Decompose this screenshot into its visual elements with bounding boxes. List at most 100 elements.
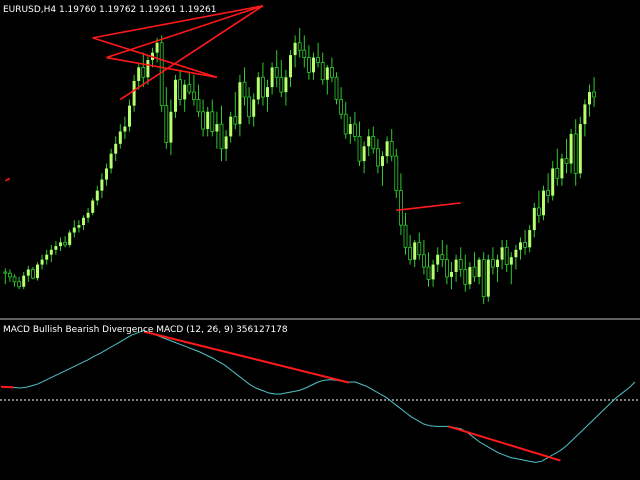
candle-body: [118, 131, 122, 144]
candle-body: [375, 148, 380, 167]
candle-body: [546, 190, 550, 196]
candle-body: [421, 254, 426, 268]
candle-body: [371, 136, 376, 150]
candle-body: [564, 158, 569, 164]
candle-body: [59, 242, 62, 247]
candle-body: [519, 242, 522, 250]
candle-body: [592, 91, 596, 98]
candle-body: [169, 111, 173, 143]
candle-body: [128, 105, 131, 127]
candle-body: [210, 111, 215, 132]
candle-body: [206, 111, 210, 130]
candle-body: [3, 271, 8, 274]
candle-body: [504, 246, 509, 265]
candle-body: [486, 259, 490, 297]
candle-body: [389, 140, 394, 157]
candle-body: [238, 82, 242, 125]
candle-body: [68, 232, 72, 245]
candle-body: [436, 254, 440, 265]
candle-body: [523, 241, 527, 248]
candle-body: [454, 259, 458, 272]
candle-body: [312, 57, 315, 73]
candle-body: [297, 42, 302, 51]
candle-body: [284, 77, 288, 93]
candle-body: [528, 230, 532, 248]
candle-body: [367, 136, 371, 147]
candle-body: [40, 259, 44, 265]
candle-body: [329, 67, 334, 78]
candle-body: [560, 158, 564, 179]
candle-body: [26, 269, 30, 276]
candle-body: [266, 87, 269, 97]
candle-body: [146, 60, 150, 78]
candle-body: [247, 96, 252, 118]
candle-body: [22, 275, 26, 287]
candle-body: [289, 55, 292, 78]
candle-body: [588, 92, 591, 105]
candle-body: [339, 99, 344, 115]
candle-body: [215, 124, 219, 132]
candle-body: [201, 111, 206, 130]
candle-body: [417, 241, 422, 256]
candle-body: [196, 99, 201, 113]
candle-body: [252, 99, 256, 117]
candle-body: [426, 266, 431, 280]
candle-body: [7, 272, 12, 278]
candle-body: [450, 271, 453, 277]
chart-title: EURUSD,H4 1.19760 1.19762 1.19261 1.1926…: [3, 5, 216, 15]
candle-body: [36, 264, 39, 279]
candle-body: [578, 124, 582, 174]
candle-body: [30, 269, 35, 279]
candle-body: [256, 77, 260, 100]
indicator-title: MACD Bullish Bearish Divergence MACD (12…: [3, 325, 288, 335]
candle-body: [477, 259, 481, 277]
macd-divergence-segment: [0, 385, 14, 389]
candle-body: [270, 67, 274, 88]
candle-body: [316, 57, 321, 63]
candle-body: [293, 42, 297, 56]
candle-body: [54, 246, 58, 250]
candle-body: [187, 84, 192, 93]
candle-body: [306, 57, 311, 73]
candle-body: [49, 249, 53, 255]
candle-body: [260, 76, 265, 98]
candle-body: [63, 241, 67, 246]
candle-body: [468, 267, 472, 285]
candle-body: [82, 217, 85, 226]
candle-body: [573, 133, 578, 174]
candle-body: [137, 67, 141, 81]
candle-body: [114, 143, 118, 154]
candle-body: [408, 246, 413, 261]
candle-body: [394, 155, 399, 192]
candle-body: [233, 116, 238, 125]
candle-body: [164, 105, 169, 143]
candle-body: [352, 123, 357, 137]
candle-body: [12, 276, 17, 283]
candle-body: [325, 67, 329, 80]
candle-body: [274, 67, 279, 78]
candle-body: [500, 247, 504, 260]
candle-body: [481, 259, 486, 298]
candle-body: [532, 207, 536, 231]
candle-body: [95, 190, 99, 201]
candle-body: [343, 113, 348, 135]
candle-body: [178, 79, 183, 100]
candle-body: [458, 259, 463, 270]
candle-body: [509, 257, 513, 265]
candle-body: [496, 259, 499, 268]
candle-body: [242, 81, 247, 98]
candle-body: [191, 91, 196, 100]
candle-body: [583, 104, 587, 125]
candle-body: [155, 42, 159, 53]
candle-body: [362, 146, 366, 162]
candle-body: [91, 200, 95, 213]
candle-body: [183, 84, 187, 100]
candle-body: [431, 264, 435, 280]
candle-body: [302, 49, 307, 58]
candle-body: [123, 126, 127, 132]
candle-body: [463, 269, 468, 285]
candle-body: [444, 259, 449, 278]
candle-body: [17, 281, 22, 288]
candle-body: [72, 227, 76, 233]
candle-body: [537, 207, 541, 216]
